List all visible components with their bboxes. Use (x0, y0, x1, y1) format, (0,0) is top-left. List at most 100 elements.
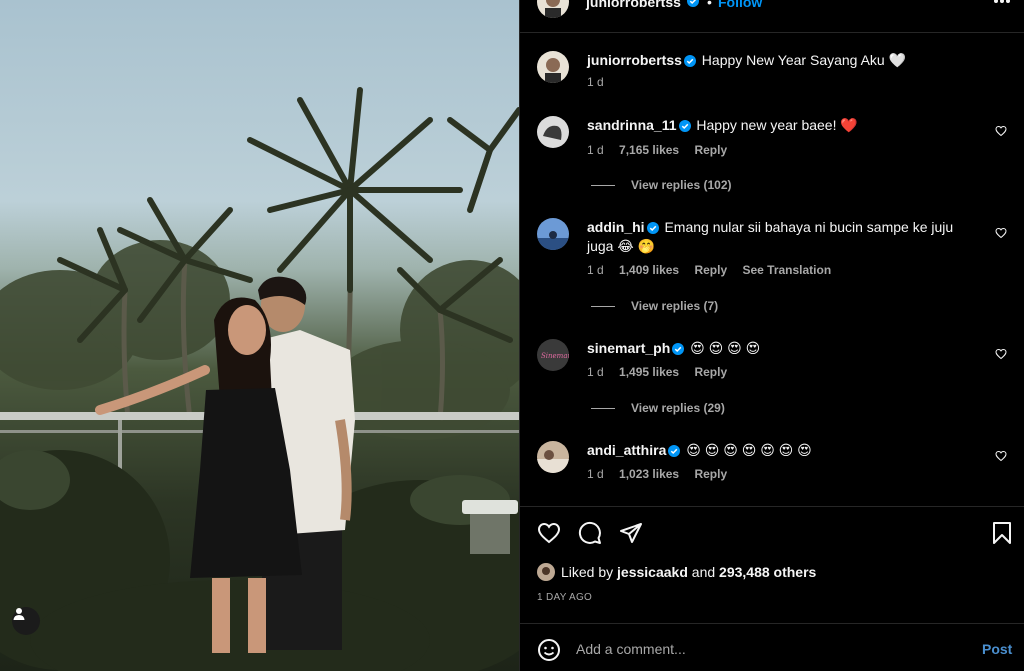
author-avatar[interactable] (537, 0, 569, 18)
replies-divider (591, 184, 615, 186)
comment-text: 😍 😍 😍 😍 (690, 340, 761, 356)
verified-badge-icon (678, 120, 691, 132)
comment-composer: Post (520, 623, 1024, 671)
verified-badge-icon (683, 55, 696, 67)
comment-text: Happy new year baee! ❤️ (696, 117, 858, 133)
replies-divider (591, 407, 615, 409)
share-button[interactable] (619, 521, 643, 550)
comment-body: sinemart_ph 😍 😍 😍 😍 (587, 339, 982, 358)
likes-summary: Liked by jessicaakd and 293,488 others (537, 563, 816, 581)
post-comment-button[interactable]: Post (982, 641, 1012, 657)
comment-icon (578, 521, 601, 544)
reply-button[interactable]: Reply (694, 467, 727, 481)
comment-item: addin_hi Emang nular sii bahaya ni bucin… (537, 218, 1007, 298)
caption-body: juniorrobertss Happy New Year Sayang Aku… (587, 51, 982, 70)
comment-body: sandrinna_11 Happy new year baee! ❤️ (587, 116, 982, 135)
comment-time[interactable]: 1 d (587, 143, 604, 157)
heart-icon[interactable] (995, 227, 1007, 239)
view-replies-label: View replies (102) (631, 178, 732, 192)
view-replies-button[interactable]: View replies (7) (591, 299, 718, 313)
action-bar (537, 521, 1012, 549)
heart-icon[interactable] (995, 125, 1007, 137)
follow-button[interactable]: Follow (718, 0, 762, 10)
liker-username[interactable]: jessicaakd (617, 564, 688, 580)
comment-meta: 1 d 1,409 likes Reply See Translation (587, 263, 843, 277)
author-username[interactable]: juniorrobertss (586, 0, 681, 10)
comment-username[interactable]: andi_atthira (587, 442, 666, 458)
save-button[interactable] (991, 521, 1013, 550)
actions-divider (520, 506, 1024, 507)
comment-likes[interactable]: 1,495 likes (619, 365, 679, 379)
avatar-image (545, 58, 561, 83)
view-replies-label: View replies (7) (631, 299, 719, 313)
bookmark-icon (993, 522, 1011, 544)
post-header: juniorrobertss • Follow (520, 0, 1024, 33)
see-translation-button[interactable]: See Translation (742, 263, 831, 277)
avatar-image: Sinemart (541, 352, 569, 360)
heart-icon[interactable] (995, 348, 1007, 360)
comment-body: addin_hi Emang nular sii bahaya ni bucin… (587, 218, 982, 256)
caption-username[interactable]: juniorrobertss (587, 52, 682, 68)
likes-and: and (691, 564, 716, 580)
avatar-image (537, 231, 569, 250)
caption-avatar[interactable] (537, 51, 569, 83)
like-button[interactable] (537, 521, 561, 550)
avatar-image (543, 125, 562, 140)
verified-badge-icon (668, 445, 681, 457)
verified-badge-icon (646, 222, 659, 234)
svg-text:Sinemart: Sinemart (541, 352, 569, 360)
comment-likes[interactable]: 1,023 likes (619, 467, 679, 481)
comment-time[interactable]: 1 d (587, 263, 604, 277)
post-image-illustration (0, 87, 519, 671)
comment-input[interactable] (576, 638, 956, 660)
avatar-image (545, 0, 561, 18)
comment-time[interactable]: 1 d (587, 365, 604, 379)
user-tag-icon (13, 608, 25, 620)
comment-body: andi_atthira 😍 😍 😍 😍 😍 😍 😍 (587, 441, 982, 460)
avatar-image (537, 450, 569, 473)
emoji-icon[interactable] (537, 638, 561, 662)
avatar-image (542, 567, 550, 575)
view-replies-button[interactable]: View replies (29) (591, 401, 725, 415)
caption-meta: 1 d (587, 75, 616, 89)
comment-likes[interactable]: 1,409 likes (619, 263, 679, 277)
liker-avatar[interactable] (537, 563, 555, 581)
comment-username[interactable]: addin_hi (587, 219, 645, 235)
comment-meta: 1 d 7,165 likes Reply (587, 143, 739, 157)
reply-button[interactable]: Reply (694, 365, 727, 379)
comment-meta: 1 d 1,495 likes Reply (587, 365, 739, 379)
comment-time[interactable]: 1 d (587, 467, 604, 481)
share-icon (620, 523, 642, 543)
comment-avatar[interactable] (537, 441, 569, 473)
comment-avatar[interactable] (537, 116, 569, 148)
comment-username[interactable]: sinemart_ph (587, 340, 670, 356)
replies-divider (591, 305, 615, 307)
comment-avatar[interactable]: Sinemart (537, 339, 569, 371)
comment-username[interactable]: sandrinna_11 (587, 117, 677, 133)
likes-count[interactable]: 293,488 others (719, 564, 816, 580)
verified-badge-icon (672, 343, 685, 355)
separator-dot: • (707, 0, 712, 10)
caption-time[interactable]: 1 d (587, 75, 604, 89)
user-tag-button[interactable] (12, 607, 40, 635)
caption: juniorrobertss Happy New Year Sayang Aku… (537, 51, 1007, 101)
heart-icon (537, 522, 561, 544)
post-side-panel: juniorrobertss • Follow juniorrobertss H… (519, 0, 1024, 671)
reply-button[interactable]: Reply (694, 263, 727, 277)
post-age[interactable]: 1 DAY AGO (537, 592, 592, 603)
view-replies-label: View replies (29) (631, 401, 725, 415)
more-icon[interactable] (992, 0, 1012, 6)
caption-text: Happy New Year Sayang Aku 🤍 (701, 52, 907, 68)
likes-prefix: Liked by (561, 564, 614, 580)
reply-button[interactable]: Reply (694, 143, 727, 157)
heart-icon[interactable] (995, 450, 1007, 462)
verified-badge-icon (687, 0, 699, 7)
comment-likes[interactable]: 7,165 likes (619, 143, 679, 157)
comment-button[interactable] (578, 521, 602, 550)
comment-avatar[interactable] (537, 218, 569, 250)
comment-meta: 1 d 1,023 likes Reply (587, 467, 739, 481)
comment-text: 😍 😍 😍 😍 😍 😍 😍 (686, 442, 812, 458)
post-image[interactable] (0, 0, 519, 671)
view-replies-button[interactable]: View replies (102) (591, 178, 732, 192)
comment-item: Sinemart sinemart_ph 😍 😍 😍 😍 1 d 1,495 l… (537, 339, 1007, 399)
